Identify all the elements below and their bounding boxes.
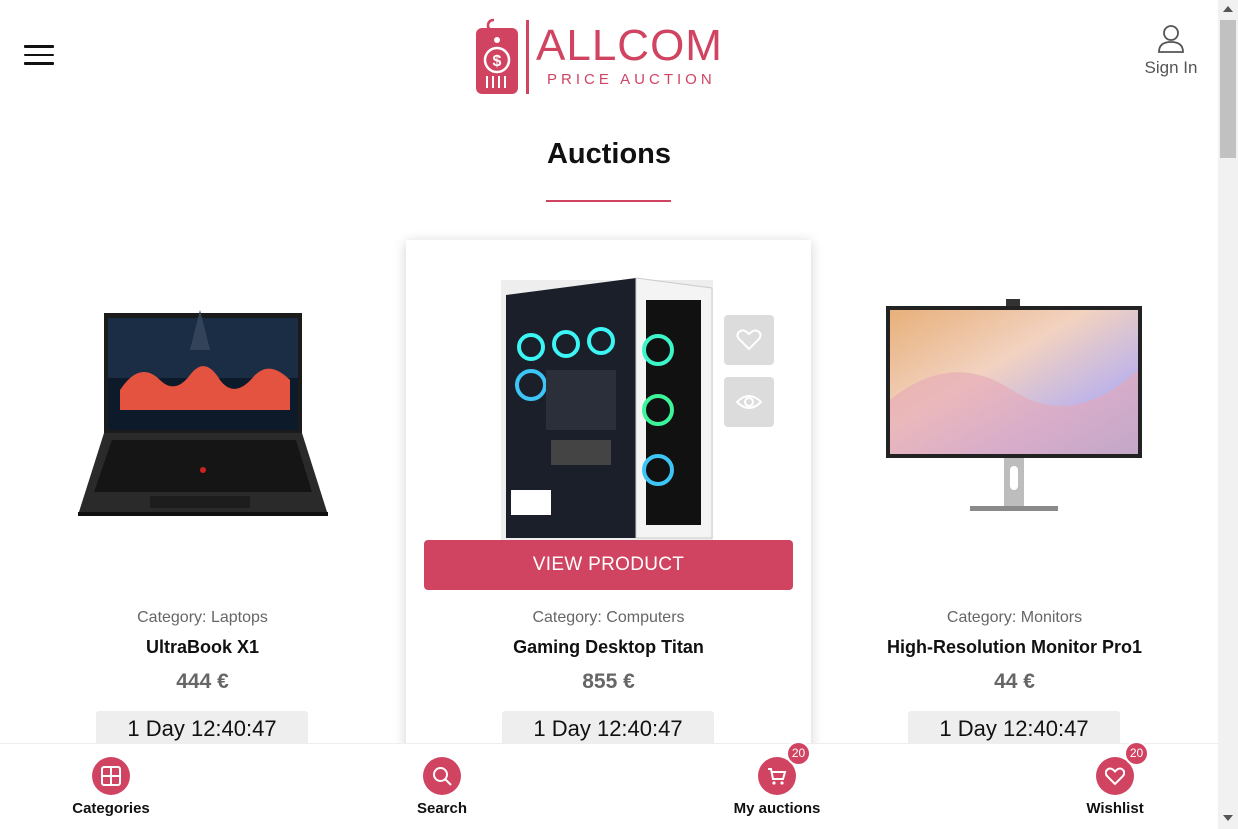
bottom-navigation: Categories Search 20 My auctions 20 Wish…: [0, 741, 1218, 829]
logo-subtitle: PRICE AUCTION: [547, 71, 716, 88]
product-category: Category: Computers: [532, 609, 685, 626]
monitor-image[interactable]: [812, 240, 1217, 560]
wishlist-toggle-button[interactable]: [724, 315, 774, 365]
nav-wishlist-label: Wishlist: [1086, 800, 1144, 817]
my-auctions-badge: 20: [786, 741, 811, 766]
scroll-thumb[interactable]: [1220, 20, 1236, 158]
product-name[interactable]: Gaming Desktop Titan: [406, 637, 811, 658]
menu-icon[interactable]: [24, 45, 54, 67]
view-product-button[interactable]: VIEW PRODUCT: [424, 540, 793, 590]
heart-icon: [1105, 767, 1125, 786]
product-card[interactable]: VIEW PRODUCT Category: Computers Gaming …: [406, 240, 811, 760]
user-icon: [1158, 25, 1184, 53]
sign-in-label: Sign In: [1144, 58, 1198, 77]
logo-title: ALLCOM: [536, 21, 723, 70]
page-title: Auctions: [546, 138, 672, 170]
svg-text:$: $: [493, 53, 502, 70]
product-category: Category: Laptops: [137, 609, 268, 626]
wishlist-badge: 20: [1124, 741, 1149, 766]
product-card[interactable]: Category: Monitors High-Resolution Monit…: [812, 240, 1217, 760]
nav-categories-label: Categories: [72, 800, 150, 817]
price-tag-logo-icon: $: [476, 18, 518, 94]
grid-icon: [101, 766, 121, 786]
product-name[interactable]: High-Resolution Monitor Pro1: [812, 637, 1217, 658]
header: $ ALLCOM PRICE AUCTION Sign In: [0, 0, 1218, 115]
title-underline: [546, 200, 671, 202]
sign-in-button[interactable]: Sign In: [1136, 24, 1206, 78]
logo-divider: [526, 20, 529, 94]
product-price: 444 €: [176, 670, 229, 693]
search-icon: [433, 767, 452, 786]
eye-icon: [736, 395, 762, 409]
cart-icon: [768, 768, 787, 785]
heart-icon: [736, 329, 762, 351]
product-card[interactable]: Category: Laptops UltraBook X1 444 € 1 D…: [0, 240, 405, 760]
product-price: 855 €: [582, 670, 635, 693]
nav-search-label: Search: [416, 800, 468, 817]
scroll-down-arrow[interactable]: [1223, 815, 1233, 821]
scroll-up-arrow[interactable]: [1223, 6, 1233, 12]
product-price: 44 €: [994, 670, 1035, 693]
laptop-image[interactable]: [0, 240, 405, 560]
nav-my-auctions-label: My auctions: [733, 800, 821, 817]
product-name[interactable]: UltraBook X1: [0, 637, 405, 658]
scrollbar[interactable]: [1218, 0, 1238, 829]
logo[interactable]: $ ALLCOM PRICE AUCTION: [474, 18, 734, 96]
product-category: Category: Monitors: [946, 609, 1083, 626]
quick-view-button[interactable]: [724, 377, 774, 427]
